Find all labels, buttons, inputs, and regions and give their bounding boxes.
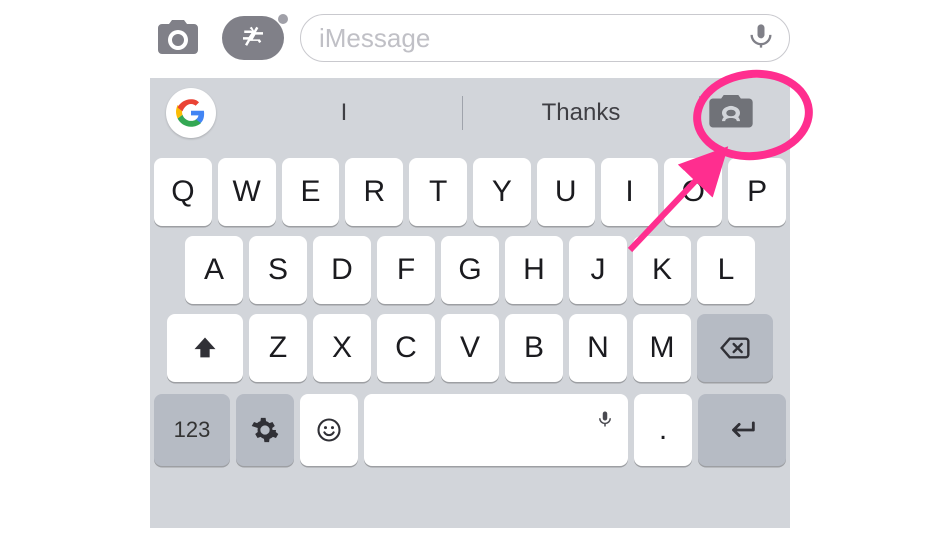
settings-key[interactable] bbox=[236, 394, 294, 466]
key-j[interactable]: J bbox=[569, 236, 627, 304]
key-row-1: Q W E R T Y U I O P bbox=[154, 158, 786, 226]
return-key[interactable] bbox=[698, 394, 786, 466]
camera-button[interactable] bbox=[150, 13, 206, 63]
suggestion-bar: I Thanks bbox=[150, 78, 790, 148]
keyboard-rows: Q W E R T Y U I O P A S D F G H J K L bbox=[150, 158, 790, 474]
gif-camera-button[interactable] bbox=[696, 78, 766, 148]
key-t[interactable]: T bbox=[409, 158, 467, 226]
message-placeholder: iMessage bbox=[319, 23, 747, 54]
key-n[interactable]: N bbox=[569, 314, 627, 382]
key-c[interactable]: C bbox=[377, 314, 435, 382]
key-g[interactable]: G bbox=[441, 236, 499, 304]
shift-key[interactable] bbox=[167, 314, 243, 382]
shift-icon bbox=[191, 334, 219, 362]
message-input[interactable]: iMessage bbox=[300, 14, 790, 62]
gear-icon bbox=[251, 416, 279, 444]
space-key[interactable] bbox=[364, 394, 628, 466]
key-r[interactable]: R bbox=[345, 158, 403, 226]
google-search-button[interactable] bbox=[166, 88, 216, 138]
suggestion-2[interactable]: Thanks bbox=[463, 99, 699, 127]
emoji-key[interactable] bbox=[300, 394, 358, 466]
key-a[interactable]: A bbox=[185, 236, 243, 304]
key-h[interactable]: H bbox=[505, 236, 563, 304]
gif-camera-icon bbox=[709, 95, 753, 131]
key-w[interactable]: W bbox=[218, 158, 276, 226]
appstore-button[interactable] bbox=[222, 16, 284, 60]
key-v[interactable]: V bbox=[441, 314, 499, 382]
emoji-icon bbox=[315, 416, 343, 444]
key-s[interactable]: S bbox=[249, 236, 307, 304]
key-o[interactable]: O bbox=[664, 158, 722, 226]
key-m[interactable]: M bbox=[633, 314, 691, 382]
camera-icon bbox=[154, 14, 202, 62]
key-b[interactable]: B bbox=[505, 314, 563, 382]
key-f[interactable]: F bbox=[377, 236, 435, 304]
key-p[interactable]: P bbox=[728, 158, 786, 226]
numbers-key[interactable]: 123 bbox=[154, 394, 230, 466]
microphone-icon bbox=[747, 22, 775, 50]
stack-indicator bbox=[278, 14, 288, 24]
return-icon bbox=[725, 413, 759, 447]
voice-typing-button[interactable] bbox=[596, 402, 614, 436]
dictation-button[interactable] bbox=[747, 22, 775, 55]
key-x[interactable]: X bbox=[313, 314, 371, 382]
key-row-2: A S D F G H J K L bbox=[154, 236, 786, 304]
key-k[interactable]: K bbox=[633, 236, 691, 304]
keyboard-tray: I Thanks Q W E R T bbox=[150, 78, 790, 528]
key-row-4: 123 . bbox=[154, 394, 786, 466]
period-key[interactable]: . bbox=[634, 394, 692, 466]
backspace-icon bbox=[719, 332, 751, 364]
backspace-key[interactable] bbox=[697, 314, 773, 382]
suggestion-1[interactable]: I bbox=[226, 99, 462, 127]
appstore-icon bbox=[238, 23, 268, 53]
google-logo bbox=[176, 98, 206, 128]
key-e[interactable]: E bbox=[282, 158, 340, 226]
key-z[interactable]: Z bbox=[249, 314, 307, 382]
key-q[interactable]: Q bbox=[154, 158, 212, 226]
message-toolbar: iMessage bbox=[150, 8, 790, 68]
key-u[interactable]: U bbox=[537, 158, 595, 226]
key-i[interactable]: I bbox=[601, 158, 659, 226]
key-d[interactable]: D bbox=[313, 236, 371, 304]
key-y[interactable]: Y bbox=[473, 158, 531, 226]
mic-small-icon bbox=[596, 410, 614, 428]
key-l[interactable]: L bbox=[697, 236, 755, 304]
key-row-3: Z X C V B N M bbox=[154, 314, 786, 382]
